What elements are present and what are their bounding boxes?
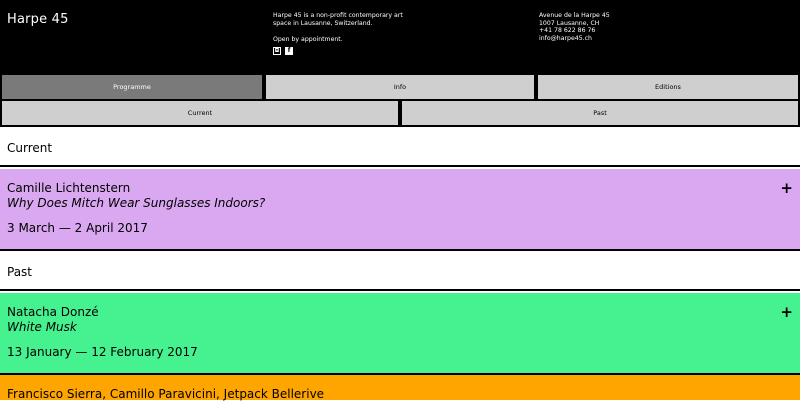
primary-nav: Programme Info Editions (0, 75, 800, 101)
exhibition-artist: Camille Lichtenstern (7, 181, 131, 195)
about-text: Harpe 45 is a non-profit contemporary ar… (273, 12, 473, 55)
exhibition-dates: 3 March — 2 April 2017 (7, 221, 148, 235)
exhibition-dates: 13 January — 12 February 2017 (7, 345, 198, 359)
tab-past[interactable]: Past (400, 101, 800, 127)
city-line: 1007 Lausanne, CH (539, 19, 600, 27)
exhibition-title: White Musk (7, 320, 77, 334)
secondary-nav: Current Past (0, 101, 800, 127)
facebook-icon[interactable]: f (285, 47, 293, 55)
opening-hours: Open by appointment. (273, 36, 343, 43)
site-header: Harpe 45 Harpe 45 is a non-profit contem… (0, 0, 800, 75)
phone-number[interactable]: +41 78 622 86 76 (539, 27, 610, 35)
contact-info: Avenue de la Harpe 45 1007 Lausanne, CH … (539, 12, 610, 42)
exhibition-row[interactable]: Camille Lichtenstern Why Does Mitch Wear… (0, 169, 800, 251)
email-link[interactable]: info@harpe45.ch (539, 35, 610, 43)
tab-programme[interactable]: Programme (0, 75, 264, 101)
exhibition-row[interactable]: Francisco Sierra, Camillo Paravicini, Je… (0, 375, 800, 401)
exhibition-row[interactable]: Natacha Donzé White Musk 13 January — 12… (0, 293, 800, 375)
instagram-icon[interactable]: ◘ (273, 47, 281, 55)
about-line: space in Lausanne, Switzerland. (273, 20, 373, 27)
address-line: Avenue de la Harpe 45 (539, 12, 610, 19)
section-past-title: Past (0, 251, 800, 291)
expand-icon[interactable]: + (780, 303, 793, 321)
about-line: Harpe 45 is a non-profit contemporary ar… (273, 12, 403, 19)
tab-info[interactable]: Info (264, 75, 536, 101)
exhibition-title: Why Does Mitch Wear Sunglasses Indoors? (7, 196, 266, 210)
section-current-title: Current (0, 127, 800, 167)
tab-editions[interactable]: Editions (536, 75, 800, 101)
social-links: ◘ f (273, 47, 473, 55)
exhibition-artist: Natacha Donzé (7, 305, 99, 319)
site-logo[interactable]: Harpe 45 (7, 12, 69, 27)
tab-current[interactable]: Current (0, 101, 400, 127)
expand-icon[interactable]: + (780, 179, 793, 197)
